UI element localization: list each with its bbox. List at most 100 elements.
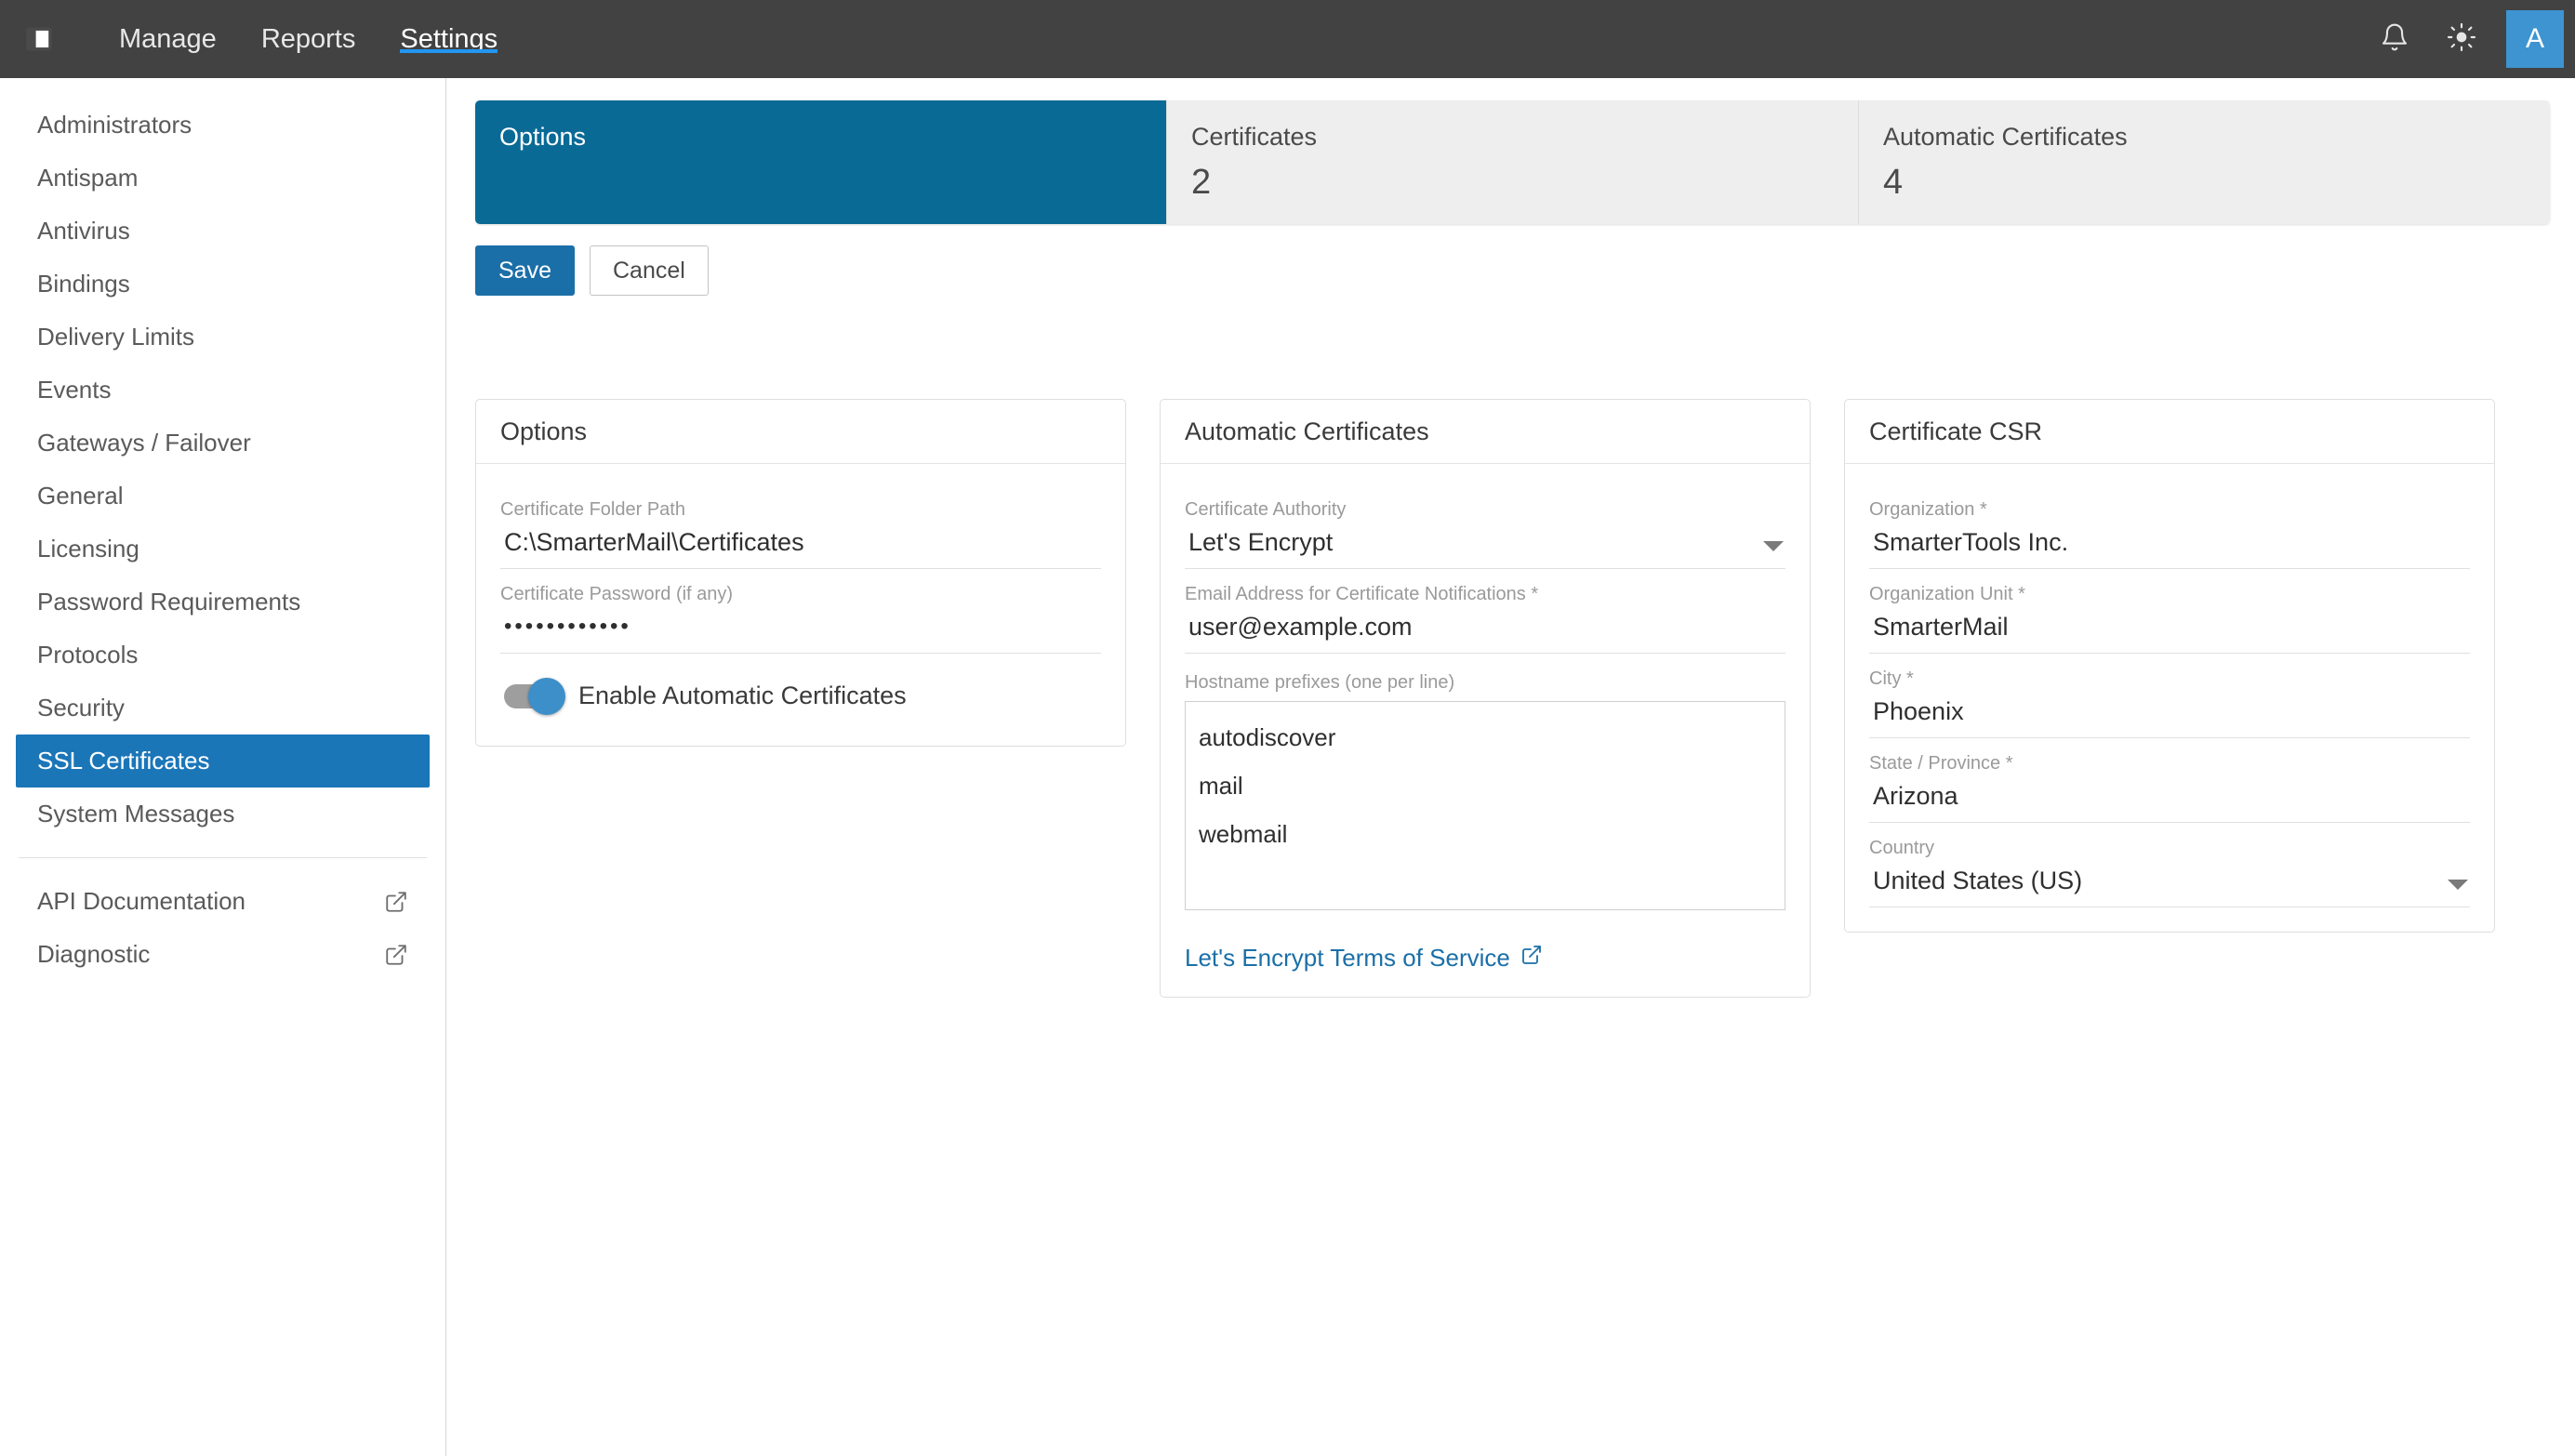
certificate-folder-path-input[interactable]: C:\SmarterMail\Certificates: [500, 525, 1101, 559]
sidebar-item-label: API Documentation: [37, 887, 246, 915]
external-link-icon: [384, 943, 408, 967]
certificate-authority-field[interactable]: Certificate Authority Let's Encrypt: [1185, 484, 1785, 569]
sidebar-item-label: Bindings: [37, 270, 130, 298]
sidebar-item-diagnostic[interactable]: Diagnostic: [16, 928, 430, 981]
toggle-knob: [528, 677, 565, 715]
sidebar-item-system-messages[interactable]: System Messages: [16, 788, 430, 841]
topbar-actions: A: [2361, 0, 2575, 78]
field-label: Certificate Password (if any): [500, 584, 734, 604]
sidebar-panel-icon: [23, 23, 55, 55]
sidebar-item-security[interactable]: Security: [16, 682, 430, 735]
nav-item-reports[interactable]: Reports: [239, 0, 378, 78]
field-label: Email Address for Certificate Notificati…: [1185, 584, 1539, 604]
hostname-prefixes-field: Hostname prefixes (one per line) autodis…: [1185, 654, 1785, 910]
city-input[interactable]: Phoenix: [1869, 695, 2470, 728]
notifications-button[interactable]: [2361, 0, 2428, 78]
field-label: Certificate Authority: [1185, 499, 1347, 520]
sidebar-item-protocols[interactable]: Protocols: [16, 629, 430, 682]
main-content: Options Certificates 2 Automatic Certifi…: [447, 78, 2575, 1456]
notification-email-field[interactable]: Email Address for Certificate Notificati…: [1185, 569, 1785, 654]
sidebar-item-label: Protocols: [37, 641, 139, 668]
sidebar-item-label: Administrators: [37, 111, 192, 139]
country-field[interactable]: Country United States (US): [1869, 823, 2470, 907]
sidebar-item-label: Password Requirements: [37, 588, 301, 615]
options-card-title: Options: [476, 400, 1125, 464]
certificate-csr-card: Certificate CSR Organization * SmarterTo…: [1844, 399, 2495, 933]
terms-of-service-link[interactable]: Let's Encrypt Terms of Service: [1185, 944, 1543, 973]
sidebar-item-events[interactable]: Events: [16, 364, 430, 417]
tab-count: 4: [1883, 163, 1904, 202]
tab-label: Automatic Certificates: [1883, 123, 2128, 151]
nav-item-settings[interactable]: Settings: [378, 0, 520, 78]
sidebar-item-label: System Messages: [37, 800, 235, 827]
save-button[interactable]: Save: [475, 245, 575, 296]
city-field[interactable]: City * Phoenix: [1869, 654, 2470, 738]
sidebar-panel-toggle-button[interactable]: [0, 0, 78, 78]
sidebar-item-label: Gateways / Failover: [37, 429, 251, 457]
organization-input[interactable]: SmarterTools Inc.: [1869, 525, 2470, 559]
user-avatar-button[interactable]: A: [2506, 10, 2564, 68]
sidebar-divider: [19, 857, 427, 858]
certificate-password-input[interactable]: ••••••••••••: [500, 610, 1101, 643]
sidebar-item-label: Delivery Limits: [37, 323, 195, 351]
settings-sidebar: Administrators Antispam Antivirus Bindin…: [0, 78, 446, 1456]
field-label: Country: [1869, 838, 1935, 858]
theme-toggle-button[interactable]: [2428, 0, 2495, 78]
field-label: Certificate Folder Path: [500, 499, 685, 520]
chevron-down-icon[interactable]: [2448, 880, 2468, 890]
hostname-prefix-line: mail: [1199, 772, 1243, 800]
terms-of-service-link-label: Let's Encrypt Terms of Service: [1185, 944, 1510, 972]
notification-email-input[interactable]: user@example.com: [1185, 610, 1785, 643]
sidebar-item-label: General: [37, 482, 124, 510]
field-label: Hostname prefixes (one per line): [1185, 672, 1455, 693]
tab-options[interactable]: Options: [475, 100, 1166, 224]
sidebar-item-antispam[interactable]: Antispam: [16, 152, 430, 205]
organization-field[interactable]: Organization * SmarterTools Inc.: [1869, 484, 2470, 569]
automatic-certificates-card: Automatic Certificates Certificate Autho…: [1160, 399, 1811, 998]
certificate-csr-card-title: Certificate CSR: [1845, 400, 2494, 464]
sidebar-item-ssl-certificates[interactable]: SSL Certificates: [16, 735, 430, 788]
certificate-folder-path-field[interactable]: Certificate Folder Path C:\SmarterMail\C…: [500, 484, 1101, 569]
organization-unit-field[interactable]: Organization Unit * SmarterMail: [1869, 569, 2470, 654]
certificate-password-field[interactable]: Certificate Password (if any) ••••••••••…: [500, 569, 1101, 654]
sidebar-item-label: Security: [37, 694, 125, 721]
sidebar-item-administrators[interactable]: Administrators: [16, 99, 430, 152]
sidebar-item-licensing[interactable]: Licensing: [16, 523, 430, 576]
enable-automatic-certificates-toggle[interactable]: Enable Automatic Certificates: [500, 654, 1101, 721]
sidebar-item-label: Licensing: [37, 535, 139, 563]
sidebar-item-gateways-failover[interactable]: Gateways / Failover: [16, 417, 430, 470]
state-province-field[interactable]: State / Province * Arizona: [1869, 738, 2470, 823]
sidebar-item-label: Antispam: [37, 164, 139, 192]
hostname-prefixes-textarea[interactable]: autodiscover mail webmail: [1185, 701, 1785, 910]
external-link-icon: [1520, 944, 1543, 973]
certificate-csr-card-body: Organization * SmarterTools Inc. Organiz…: [1845, 464, 2494, 932]
sidebar-item-password-requirements[interactable]: Password Requirements: [16, 576, 430, 629]
toggle-switch[interactable]: [504, 677, 565, 715]
sidebar-item-general[interactable]: General: [16, 470, 430, 523]
sidebar-item-antivirus[interactable]: Antivirus: [16, 205, 430, 258]
nav-item-manage[interactable]: Manage: [97, 0, 239, 78]
options-card: Options Certificate Folder Path C:\Smart…: [475, 399, 1126, 747]
bell-icon: [2380, 22, 2409, 57]
tab-automatic-certificates[interactable]: Automatic Certificates 4: [1858, 100, 2550, 224]
sidebar-item-label: SSL Certificates: [37, 747, 210, 774]
settings-cards-row: Options Certificate Folder Path C:\Smart…: [475, 399, 2550, 998]
sidebar-item-bindings[interactable]: Bindings: [16, 258, 430, 311]
state-province-input[interactable]: Arizona: [1869, 779, 2470, 813]
field-label: City *: [1869, 668, 1914, 689]
toggle-label: Enable Automatic Certificates: [578, 682, 907, 709]
tab-certificates[interactable]: Certificates 2: [1166, 100, 1858, 224]
hostname-prefix-line: autodiscover: [1199, 723, 1336, 751]
tab-count: 2: [1191, 163, 1212, 202]
country-select[interactable]: United States (US): [1869, 864, 2470, 897]
cancel-button[interactable]: Cancel: [589, 245, 709, 296]
organization-unit-input[interactable]: SmarterMail: [1869, 610, 2470, 643]
primary-nav: Manage Reports Settings: [97, 0, 520, 78]
automatic-certificates-card-title: Automatic Certificates: [1161, 400, 1810, 464]
chevron-down-icon[interactable]: [1763, 541, 1784, 551]
sidebar-item-delivery-limits[interactable]: Delivery Limits: [16, 311, 430, 364]
automatic-certificates-card-body: Certificate Authority Let's Encrypt Emai…: [1161, 464, 1810, 997]
hostname-prefix-line: webmail: [1199, 820, 1288, 848]
certificate-authority-select[interactable]: Let's Encrypt: [1185, 525, 1785, 559]
sidebar-item-api-documentation[interactable]: API Documentation: [16, 875, 430, 928]
